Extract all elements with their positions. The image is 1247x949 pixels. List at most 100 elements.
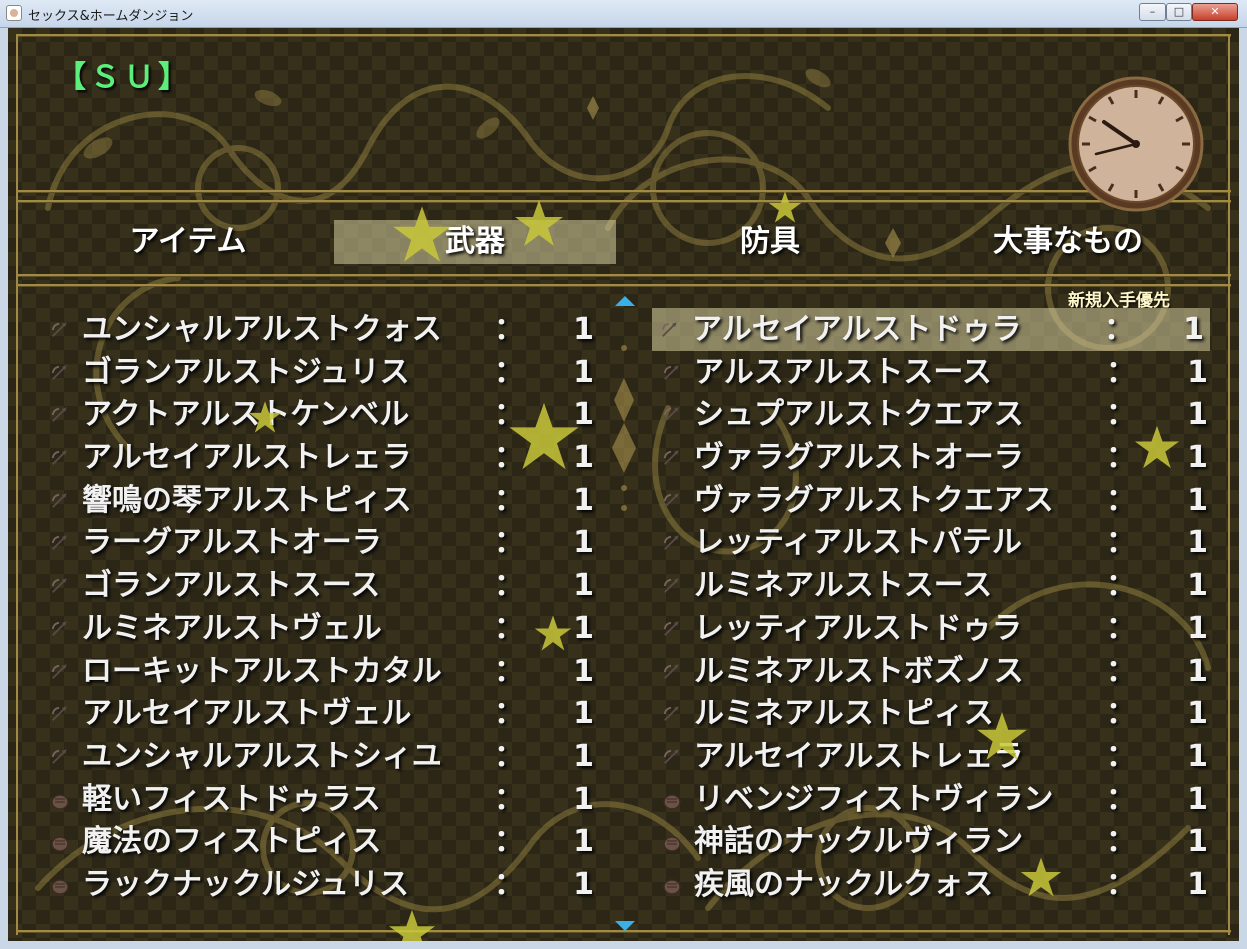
item-separator: ： [1106, 568, 1136, 604]
bow-icon [50, 449, 68, 467]
tab-items[interactable]: アイテム [68, 220, 308, 264]
item-separator: ： [494, 696, 524, 732]
list-item[interactable]: ルミネアルストヴェル ： 1 [42, 607, 602, 650]
list-item[interactable]: アルセイアルストレェラ ： 1 [654, 735, 1214, 778]
bow-icon [50, 492, 68, 510]
star-decoration-icon [509, 402, 579, 470]
fist-icon [50, 876, 69, 895]
item-name: ラーグアルストオーラ [82, 525, 382, 561]
item-separator: ： [494, 653, 524, 689]
scroll-down-arrow-icon[interactable] [615, 921, 635, 931]
fist-icon [662, 833, 681, 852]
star-decoration-icon [515, 200, 563, 246]
star-decoration-icon [248, 401, 282, 433]
list-item[interactable]: 響鳴の琴アルストピィス ： 1 [42, 479, 602, 522]
item-name: ルミネアルストピィス [694, 696, 994, 732]
item-name: アルセイアルストヴェル [82, 696, 412, 732]
star-decoration-icon [534, 615, 572, 651]
tab-weapons[interactable]: 武器 [334, 220, 616, 264]
list-item[interactable]: ゴランアルストジュリス ： 1 [42, 351, 602, 394]
bow-icon [50, 577, 68, 595]
item-separator: ： [1106, 482, 1136, 518]
list-item[interactable]: シュプアルストクエアス ： 1 [654, 393, 1214, 436]
list-item[interactable]: レッティアルストパテル ： 1 [654, 521, 1214, 564]
list-item[interactable]: リベンジフィストヴィラン ： 1 [654, 778, 1214, 821]
item-quantity: 1 [573, 781, 594, 817]
item-quantity: 1 [573, 696, 594, 732]
bow-icon [662, 449, 680, 467]
star-decoration-icon [1134, 425, 1180, 469]
frame-border [1228, 34, 1230, 935]
list-item[interactable]: アルスアルストスース ： 1 [654, 351, 1214, 394]
bow-icon [662, 577, 680, 595]
item-separator: ： [1106, 866, 1136, 902]
list-item[interactable]: アルセイアルストヴェル ： 1 [42, 692, 602, 735]
list-item[interactable]: 魔法のフィストピィス ： 1 [42, 820, 602, 863]
list-item[interactable]: ルミネアルストスース ： 1 [654, 564, 1214, 607]
item-quantity: 1 [1187, 568, 1208, 604]
item-name: 軽いフィストドゥラス [82, 781, 381, 817]
item-separator: ： [494, 781, 524, 817]
frame-border [16, 200, 1231, 203]
item-name: ルミネアルストボズノス [694, 653, 1024, 689]
tab-armor[interactable]: 防具 [628, 220, 912, 264]
scroll-up-arrow-icon[interactable] [615, 296, 635, 306]
item-quantity: 1 [1187, 482, 1208, 518]
item-name: 疾風のナックルクォス [694, 866, 994, 902]
list-item[interactable]: レッティアルストドゥラ ： 1 [654, 607, 1214, 650]
item-quantity: 1 [1183, 312, 1204, 347]
item-quantity: 1 [573, 738, 594, 774]
item-separator: ： [494, 610, 524, 646]
item-separator: ： [1106, 610, 1136, 646]
list-item[interactable]: ユンシャルアルストクォス ： 1 [42, 308, 602, 351]
item-name: ルミネアルストスース [694, 568, 993, 604]
app-icon [6, 5, 22, 21]
bow-icon [50, 534, 68, 552]
list-item[interactable]: 神話のナックルヴィラン ： 1 [654, 820, 1214, 863]
item-quantity: 1 [573, 653, 594, 689]
item-separator: ： [1106, 653, 1136, 689]
list-item[interactable]: ルミネアルストピィス ： 1 [654, 692, 1214, 735]
star-decoration-icon [977, 712, 1027, 760]
item-name: ラックナックルジュリス [82, 866, 409, 902]
bow-icon [50, 321, 68, 339]
item-name: レッティアルストドゥラ [694, 610, 1022, 646]
bow-icon [662, 492, 680, 510]
list-item[interactable]: 疾風のナックルクォス ： 1 [654, 863, 1214, 906]
star-decoration-icon [393, 206, 451, 262]
item-separator: ： [1106, 696, 1136, 732]
frame-border [16, 284, 1231, 287]
list-item[interactable]: ヴァラグアルストオーラ ： 1 [654, 436, 1214, 479]
list-item[interactable]: ヴァラグアルストクエアス ： 1 [654, 479, 1214, 522]
list-item[interactable]: ユンシャルアルストシィユ ： 1 [42, 735, 602, 778]
tab-key-items[interactable]: 大事なもの [918, 220, 1218, 264]
list-item[interactable]: アルセイアルストドゥラ ： 1 [652, 308, 1210, 351]
list-item[interactable]: ラーグアルストオーラ ： 1 [42, 521, 602, 564]
maximize-button[interactable]: □ [1166, 3, 1192, 21]
bow-icon [662, 406, 680, 424]
list-item[interactable]: ゴランアルストスース ： 1 [42, 564, 602, 607]
item-quantity: 1 [1187, 440, 1208, 476]
bow-icon [662, 534, 680, 552]
item-separator: ： [1104, 312, 1134, 347]
minimize-button[interactable]: – [1139, 3, 1166, 21]
item-name: ヴァラグアルストクエアス [694, 482, 1054, 518]
item-name: リベンジフィストヴィラン [694, 781, 1054, 817]
list-item[interactable]: ラックナックルジュリス ： 1 [42, 863, 602, 906]
bow-icon [662, 705, 680, 723]
list-item[interactable]: ローキットアルストカタル ： 1 [42, 650, 602, 693]
bow-icon [50, 620, 68, 638]
frame-border [16, 34, 1231, 37]
list-item[interactable]: 軽いフィストドゥラス ： 1 [42, 778, 602, 821]
item-separator: ： [1106, 397, 1136, 433]
list-item[interactable]: ルミネアルストボズノス ： 1 [654, 650, 1214, 693]
item-quantity: 1 [573, 866, 594, 902]
bow-icon [50, 705, 68, 723]
item-quantity: 1 [1187, 738, 1208, 774]
item-name: ローキットアルストカタル [82, 653, 442, 689]
item-name: 響鳴の琴アルストピィス [82, 482, 412, 518]
window-title: セックス&ホームダンジョン [28, 9, 194, 24]
fist-icon [662, 791, 681, 810]
close-button[interactable]: ✕ [1192, 3, 1238, 21]
item-separator: ： [494, 525, 524, 561]
